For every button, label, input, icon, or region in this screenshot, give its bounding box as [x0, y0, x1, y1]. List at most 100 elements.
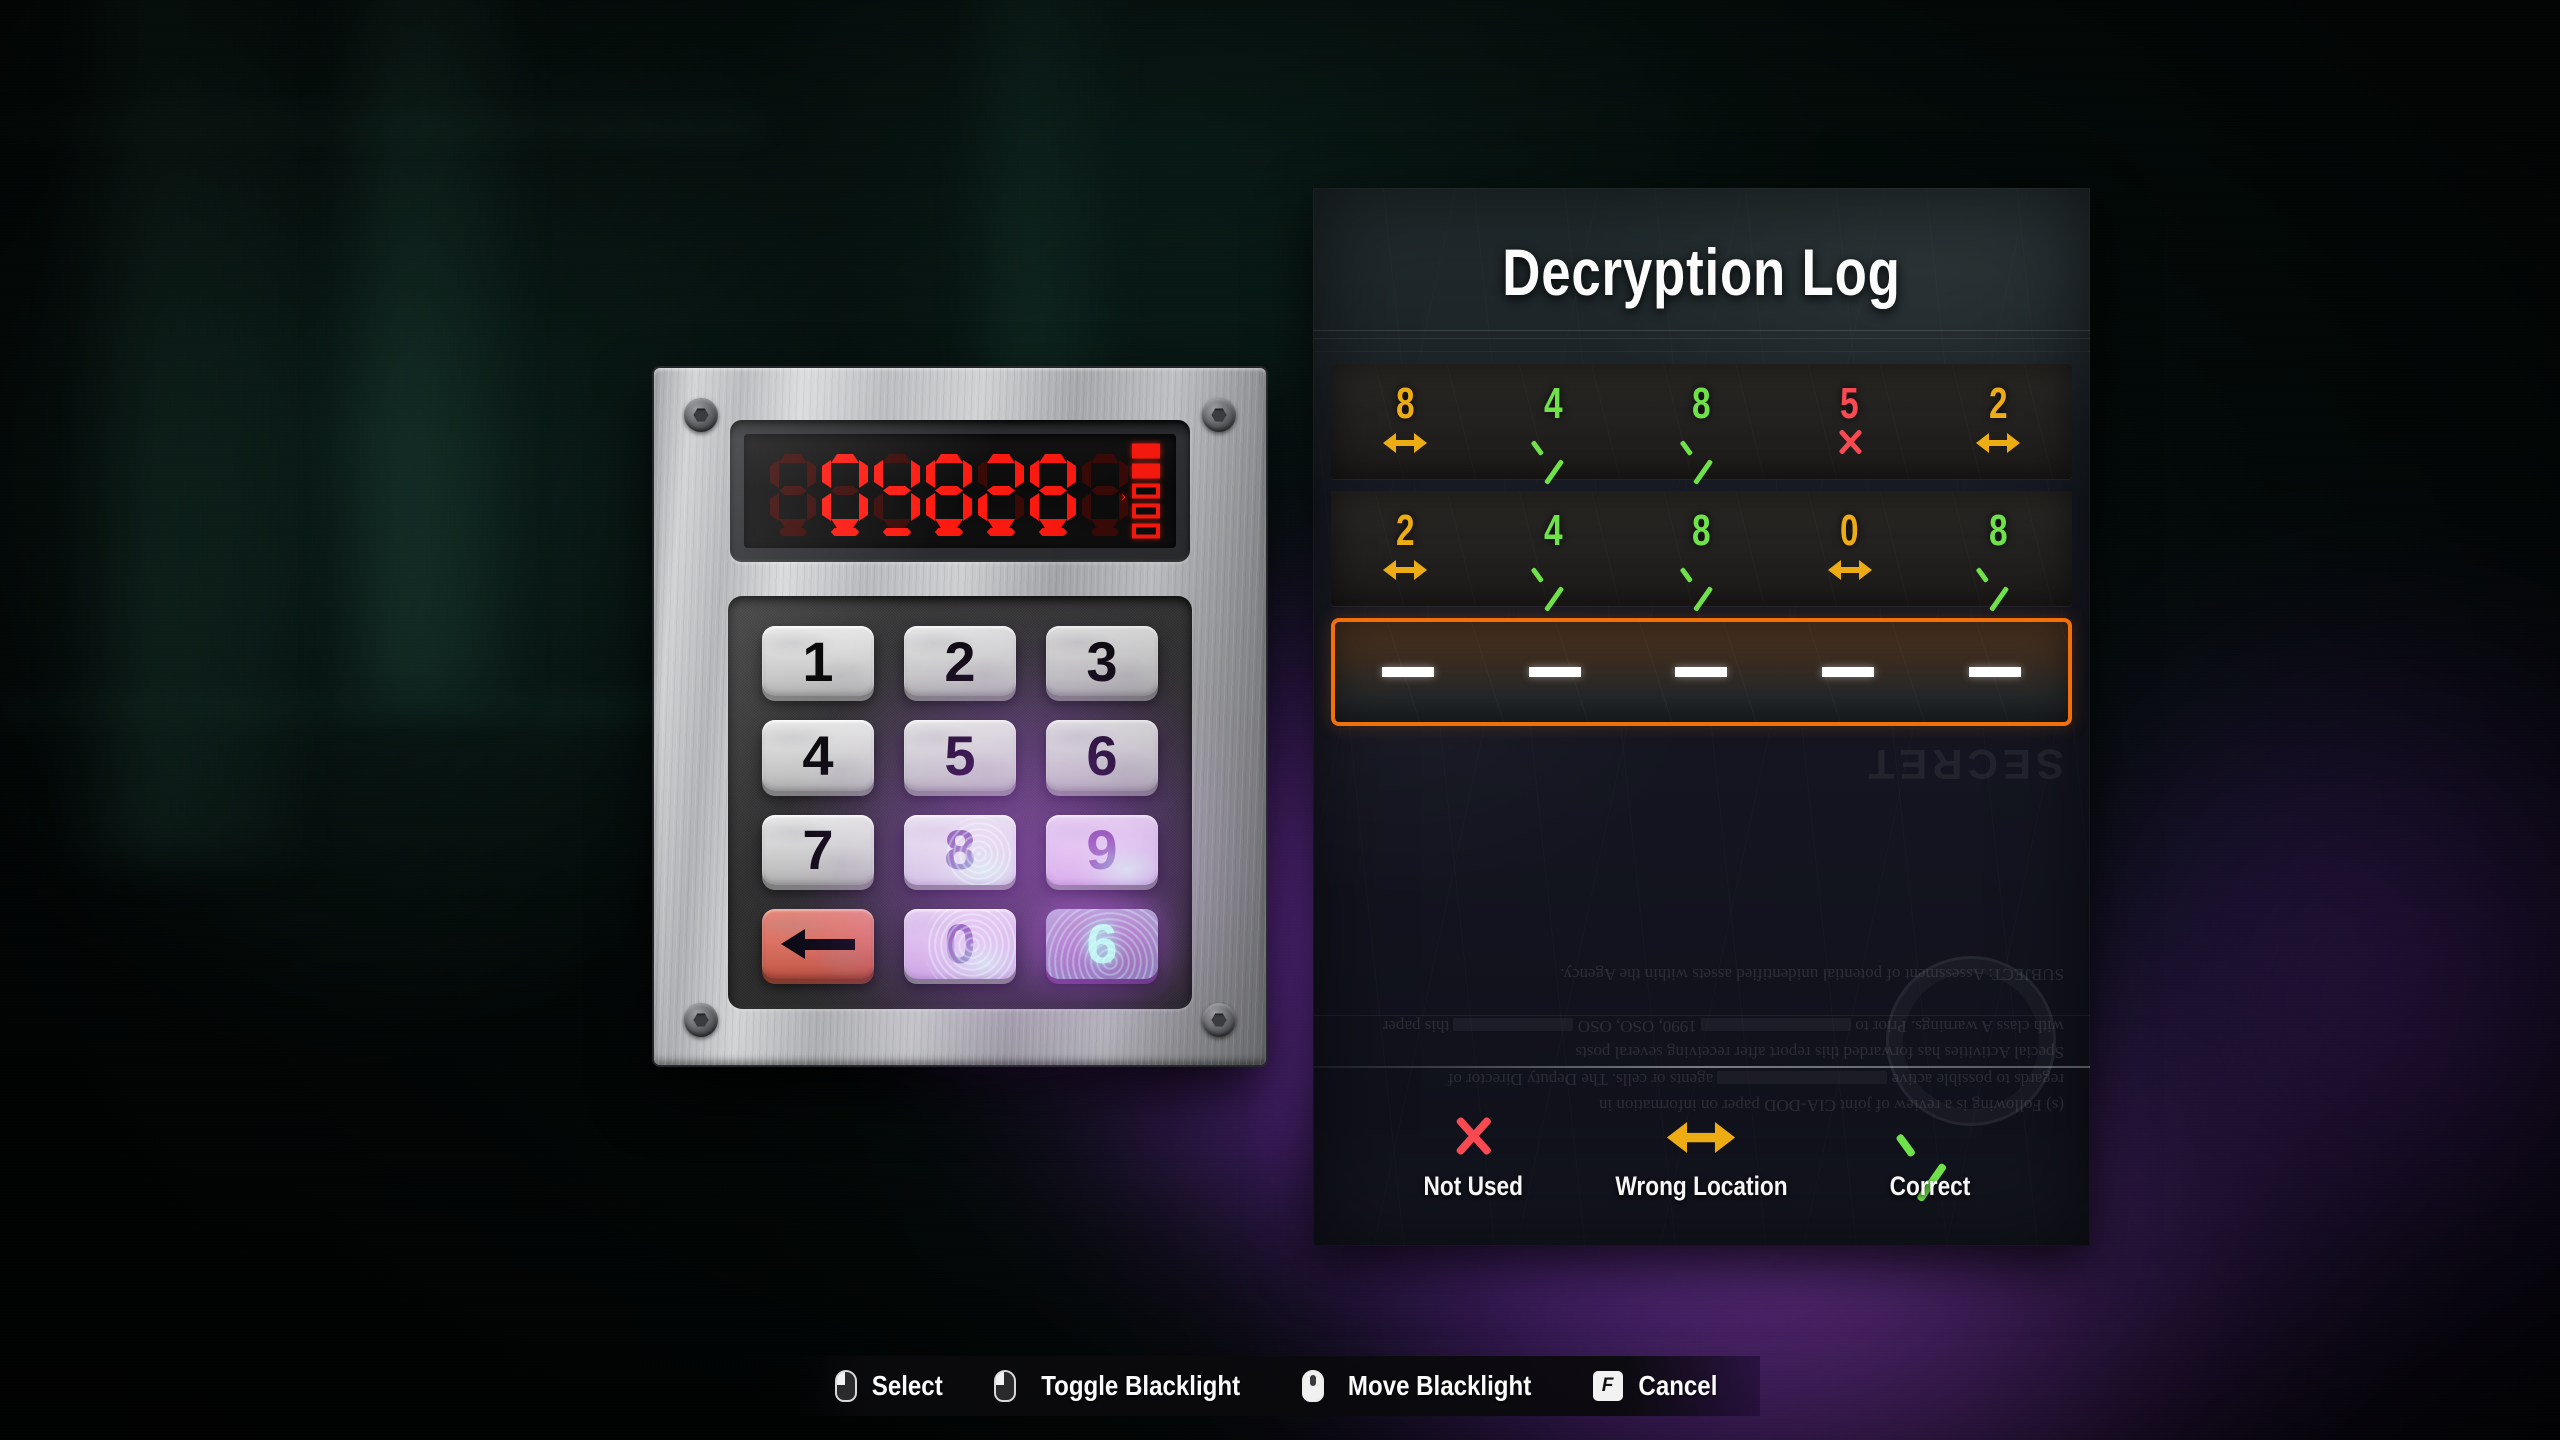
- key-label: 5: [944, 723, 976, 787]
- guess-digit: 2: [1988, 378, 2008, 428]
- keypad-key-6[interactable]: 6: [1046, 720, 1158, 791]
- segment-g: [883, 486, 911, 495]
- legend-label: Not Used: [1423, 1171, 1523, 1201]
- segment-c: [911, 493, 920, 521]
- panel-title: Decryption Log: [1502, 235, 1901, 309]
- segment-e: [1082, 493, 1091, 521]
- guess-mark: [1975, 428, 2020, 462]
- keypad-key-3[interactable]: 3: [1046, 626, 1158, 697]
- double-arrow-icon: [1383, 428, 1428, 456]
- keypad-key-8[interactable]: 8: [904, 814, 1016, 885]
- guess-mark: [1827, 555, 1872, 589]
- keypad-key-0[interactable]: 0: [904, 908, 1016, 979]
- legend-item-wrong-location: Wrong Location: [1587, 1113, 1815, 1202]
- segment-g: [1039, 486, 1067, 495]
- display-dash: [1091, 528, 1120, 536]
- keypad-key-enter-6[interactable]: 6: [1046, 908, 1158, 979]
- segment-f: [770, 460, 779, 488]
- doc-line: with class A warnings. Prior to: [1855, 1016, 2064, 1036]
- segment-e: [822, 493, 831, 521]
- display-dash: [935, 528, 964, 536]
- guess-digit: 4: [1544, 505, 1563, 555]
- keypad-key-2[interactable]: 2: [904, 626, 1016, 697]
- led-bar: [1132, 503, 1160, 519]
- double-arrow-icon: [1975, 428, 2020, 456]
- double-arrow-icon: [1667, 1113, 1736, 1159]
- control-hint-select[interactable]: Select: [834, 1370, 949, 1402]
- segment-b: [807, 460, 816, 488]
- guess-mark: [1383, 555, 1428, 589]
- guess-mark: [1383, 428, 1428, 462]
- guess-mark: [1684, 555, 1720, 589]
- keypad-key-4[interactable]: 4: [762, 720, 874, 791]
- segment-f: [1082, 460, 1091, 488]
- guess-digit: 8: [1988, 505, 2008, 555]
- keypad-key-9[interactable]: 9: [1046, 814, 1158, 885]
- secret-stamp: SECRET: [1863, 741, 2064, 789]
- guess-digit: 4: [1544, 378, 1563, 428]
- display-dash: [883, 528, 912, 536]
- keypad-key-1[interactable]: 1: [762, 626, 874, 697]
- segment-d: [883, 519, 911, 528]
- segment-b: [1015, 460, 1024, 488]
- segment-f: [978, 460, 987, 488]
- segment-a: [831, 454, 859, 463]
- segment-g: [935, 486, 963, 495]
- segment-a: [883, 454, 911, 463]
- led-bar: [1132, 463, 1160, 479]
- display-dash: [987, 528, 1016, 536]
- input-slot[interactable]: [1482, 667, 1629, 677]
- guess-cell: 4: [1479, 505, 1627, 589]
- display-dash-row: [770, 528, 1158, 536]
- control-label: Move Blacklight: [1348, 1370, 1532, 1401]
- segment-b: [963, 460, 972, 488]
- segment-g: [831, 486, 859, 495]
- segment-f: [822, 460, 831, 488]
- led-display-housing: ›: [730, 420, 1190, 562]
- input-slot[interactable]: [1921, 667, 2068, 677]
- segment-f: [1030, 460, 1039, 488]
- legend: Not Used Wrong Location Correct: [1313, 1080, 2090, 1210]
- key-label: 4: [802, 723, 834, 787]
- segment-d: [935, 519, 963, 528]
- guess-cell: 2: [1331, 505, 1479, 589]
- screw-icon: [684, 1003, 718, 1037]
- guess-mark: [1535, 428, 1571, 462]
- decryption-log-panel: Decryption Log 8 4 8 5 2 2 4 8 0 8 (s) Following…: [1313, 188, 2090, 1246]
- legend-divider: [1313, 1066, 2090, 1068]
- guess-mark: [1832, 428, 1868, 462]
- guess-cell: 8: [1627, 508, 1775, 589]
- control-hint-toggle-blacklight[interactable]: Toggle Blacklight: [994, 1370, 1256, 1402]
- check-icon: [1535, 428, 1571, 456]
- control-label: Select: [871, 1370, 943, 1401]
- control-hints-bar: Select Toggle Blacklight Move Blacklight…: [798, 1356, 1760, 1416]
- background-pillar: [330, 0, 510, 700]
- seven-segment-digits: [770, 454, 1158, 528]
- input-slot[interactable]: [1335, 667, 1482, 677]
- input-slot[interactable]: [1628, 667, 1775, 677]
- control-hint-cancel[interactable]: F Cancel: [1592, 1370, 1724, 1402]
- led-display-screen: ›: [744, 434, 1176, 548]
- double-arrow-icon: [1827, 555, 1872, 583]
- seven-segment-digit: [874, 454, 920, 528]
- key-label: 1: [802, 629, 834, 693]
- guess-cell: 5: [1776, 381, 1924, 462]
- keypad-key-backspace[interactable]: [762, 908, 874, 979]
- screw-icon: [1202, 1003, 1236, 1037]
- keypad-key-5[interactable]: 5: [904, 720, 1016, 791]
- seven-segment-digit: [926, 454, 972, 528]
- segment-c: [1067, 493, 1076, 521]
- game-screen: › 1 2 3 4 5 6 7 8 9 0 6 Decryption Log 8…: [0, 0, 2560, 1440]
- control-hint-move-blacklight[interactable]: Move Blacklight: [1302, 1370, 1546, 1402]
- keypad-key-7[interactable]: 7: [762, 814, 874, 885]
- seven-segment-digit: [1030, 454, 1076, 528]
- segment-e: [770, 493, 779, 521]
- active-input-row[interactable]: [1331, 618, 2072, 726]
- key-label: 3: [1086, 629, 1118, 693]
- input-slot[interactable]: [1775, 667, 1922, 677]
- guess-cell: 2: [1924, 378, 2072, 462]
- led-indicator-bars: [1132, 443, 1160, 539]
- slot-dash-icon: [1528, 667, 1581, 677]
- guess-digit: 2: [1395, 505, 1415, 555]
- segment-d: [831, 519, 859, 528]
